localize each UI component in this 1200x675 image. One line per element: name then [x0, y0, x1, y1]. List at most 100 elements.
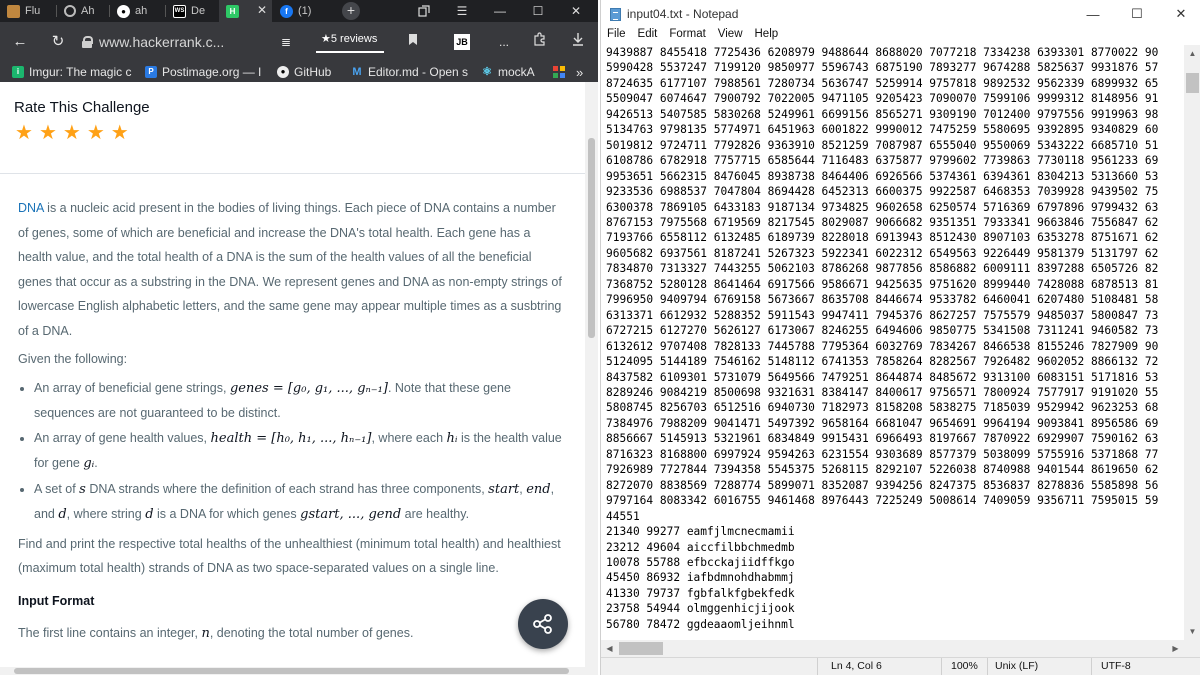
- reader-view-icon[interactable]: ≣: [274, 31, 298, 53]
- bookmark-editormd[interactable]: M Editor.md - Open s: [351, 62, 469, 82]
- address-bar[interactable]: www.hackerrank.c...: [82, 28, 242, 56]
- share-button[interactable]: [518, 599, 568, 649]
- maximize-icon[interactable]: ☐: [519, 0, 557, 22]
- item-text: An array of beneficial gene strings,: [34, 380, 230, 395]
- scroll-thumb[interactable]: [14, 668, 569, 674]
- file-icon: [7, 4, 20, 18]
- text-editor[interactable]: 9439887 8455418 7725436 6208979 9488644 …: [606, 45, 1186, 640]
- rate-challenge-title: Rate This Challenge: [14, 99, 150, 116]
- more-bookmarks-icon[interactable]: »: [576, 62, 594, 82]
- star-icon[interactable]: ★: [39, 123, 57, 143]
- line-endings: Unix (LF): [995, 660, 1039, 672]
- encoding: UTF-8: [1101, 660, 1131, 672]
- bookmarks-bar: i Imgur: The magic c P Postimage.org — I…: [0, 62, 598, 82]
- tab-6[interactable]: f (1): [273, 0, 335, 22]
- scroll-up-icon[interactable]: ▲: [1184, 45, 1200, 62]
- dna-link[interactable]: DNA: [18, 201, 44, 215]
- bookmark-postimage[interactable]: P Postimage.org — I: [145, 62, 263, 82]
- given-list: An array of beneficial gene strings, gen…: [34, 376, 564, 528]
- star-icon[interactable]: ★: [15, 123, 33, 143]
- editor-horizontal-scrollbar[interactable]: ◀ ▶: [601, 640, 1184, 657]
- page-vertical-scrollbar[interactable]: [585, 82, 598, 675]
- text-line: 7996950 9409794 6769158 5673667 8635708 …: [606, 293, 1159, 307]
- scroll-thumb[interactable]: [619, 642, 663, 655]
- editor-vertical-scrollbar[interactable]: ▲ ▼: [1184, 45, 1200, 640]
- bookmark-mocka[interactable]: ⚛ mockA: [481, 62, 541, 82]
- bookmark-label: GitHub: [294, 65, 332, 79]
- star-icon[interactable]: ★: [87, 123, 105, 143]
- page-horizontal-scrollbar[interactable]: [0, 667, 585, 675]
- tab-3[interactable]: ● ah: [110, 0, 165, 22]
- postimage-icon: P: [145, 66, 157, 78]
- text-line: 21340 99277 eamfjlmcnecmamii: [606, 525, 795, 539]
- scroll-left-icon[interactable]: ◀: [601, 640, 618, 657]
- bookmark-label: mockA: [498, 65, 535, 79]
- openai-icon: [64, 5, 76, 17]
- bookmark-icon[interactable]: [401, 31, 425, 53]
- given-label: Given the following:: [18, 352, 128, 366]
- github-icon: ●: [277, 66, 289, 78]
- menu-help[interactable]: Help: [755, 28, 779, 44]
- menu-icon[interactable]: ☰: [443, 0, 481, 22]
- close-window-icon[interactable]: ✕: [1159, 0, 1200, 28]
- text-line: 6108786 6782918 7757715 6585644 7116483 …: [606, 154, 1159, 168]
- notepad-icon: [610, 8, 621, 21]
- back-arrow-icon[interactable]: ←: [8, 31, 32, 53]
- scroll-down-icon[interactable]: ▼: [1184, 623, 1200, 640]
- lock-icon: [82, 36, 93, 48]
- tab-label: (1): [298, 5, 312, 17]
- item-text: , where each: [371, 430, 447, 445]
- text-line: 23758 54944 olmggenhicjijook: [606, 602, 795, 616]
- url-text: www.hackerrank.c...: [99, 34, 225, 50]
- more-extensions-button[interactable]: ...: [492, 31, 516, 53]
- challenge-page: Rate This Challenge ★ ★ ★ ★ ★ DNA is a n…: [0, 82, 585, 675]
- bookmark-github[interactable]: ● GitHub: [277, 62, 339, 82]
- scroll-right-icon[interactable]: ▶: [1167, 640, 1184, 657]
- tab-1[interactable]: Flu: [0, 0, 56, 22]
- text-line: 45450 86932 iafbdmnohdhabmmj: [606, 571, 795, 585]
- minimize-icon[interactable]: —: [481, 0, 519, 22]
- item-text: The first line contains an integer,: [18, 626, 202, 640]
- text-line: 6300378 7869105 6433183 9187134 9734825 …: [606, 200, 1159, 214]
- close-tab-icon[interactable]: ✕: [257, 3, 267, 17]
- reviews-badge[interactable]: ★5 reviews: [316, 30, 382, 48]
- scrollbar-corner: [1184, 640, 1200, 657]
- facebook-icon: f: [280, 4, 293, 18]
- new-tab-button[interactable]: +: [342, 2, 360, 20]
- text-line: 5134763 9798135 5774971 6451963 6001822 …: [606, 123, 1159, 137]
- input-format-heading: Input Format: [18, 593, 95, 608]
- close-window-icon[interactable]: ✕: [557, 0, 595, 22]
- extensions-puzzle-icon[interactable]: [528, 31, 552, 53]
- text-line: 9797164 8083342 6016755 9461468 8976443 …: [606, 494, 1159, 508]
- problem-statement: DNA is a nucleic acid present in the bod…: [18, 196, 564, 651]
- tab-search-icon[interactable]: [405, 0, 443, 22]
- apps-grid-icon[interactable]: [553, 62, 567, 82]
- bookmark-imgur[interactable]: i Imgur: The magic c: [12, 62, 132, 82]
- scroll-thumb[interactable]: [1186, 73, 1199, 93]
- math-range: gstart, ..., gend: [300, 507, 402, 522]
- scroll-thumb[interactable]: [588, 138, 595, 338]
- menu-view[interactable]: View: [718, 28, 743, 44]
- math-d: d: [145, 507, 154, 522]
- math-health: health = [h₀, h₁, ..., hₙ₋₁]: [210, 430, 372, 446]
- share-icon: [533, 614, 552, 634]
- star-icon[interactable]: ★: [111, 123, 129, 143]
- reload-icon[interactable]: ↻: [46, 31, 70, 53]
- tab-4[interactable]: WS De: [166, 0, 218, 22]
- jetbrains-extension-icon[interactable]: JB: [454, 34, 470, 50]
- download-icon[interactable]: [566, 31, 590, 53]
- tab-label: De: [191, 5, 206, 17]
- tab-5-active[interactable]: H ✕: [219, 0, 272, 22]
- minimize-icon[interactable]: —: [1071, 0, 1115, 28]
- window-title: input04.txt - Notepad: [627, 7, 739, 21]
- menu-edit[interactable]: Edit: [638, 28, 658, 44]
- maximize-icon[interactable]: ☐: [1115, 0, 1159, 28]
- rating-stars[interactable]: ★ ★ ★ ★ ★: [15, 123, 129, 143]
- star-icon[interactable]: ★: [63, 123, 81, 143]
- menu-format[interactable]: Format: [669, 28, 705, 44]
- text-line: 5124095 5144189 7546162 5148112 6741353 …: [606, 355, 1159, 369]
- tab-2[interactable]: Ah: [57, 0, 109, 22]
- menu-file[interactable]: File: [607, 28, 626, 44]
- text-line: 7384976 7988209 9041471 5497392 9658164 …: [606, 416, 1159, 430]
- bookmark-label: Imgur: The magic c: [29, 65, 132, 79]
